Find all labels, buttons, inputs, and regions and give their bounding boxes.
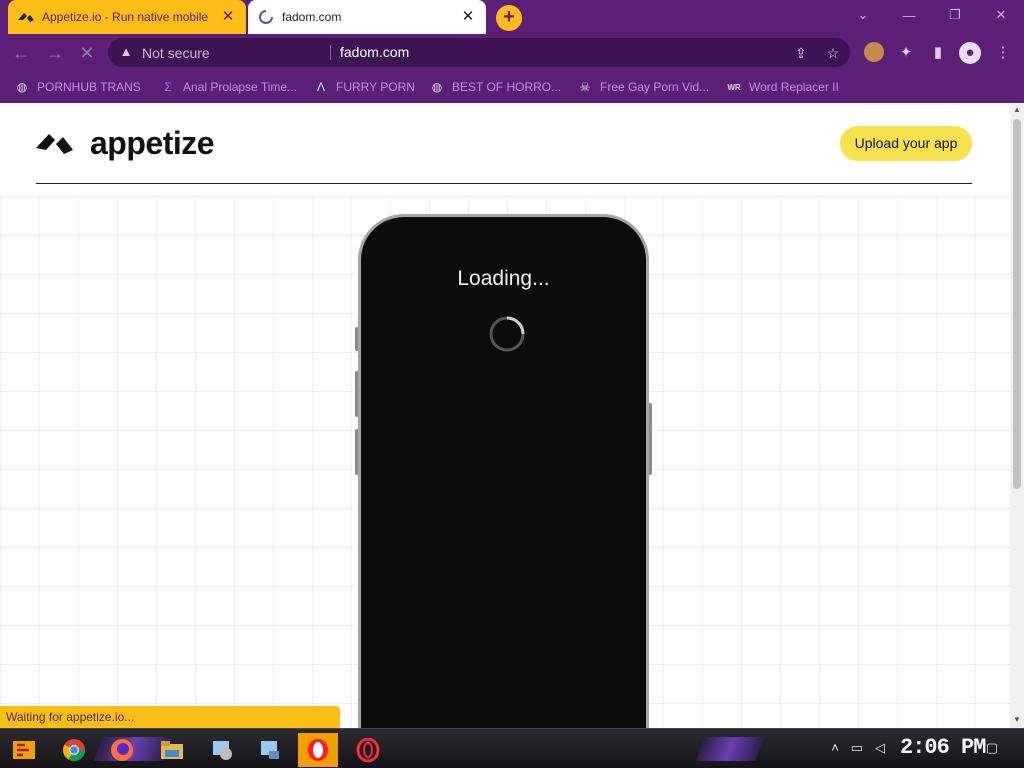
upload-app-button[interactable]: Upload your app [840, 126, 972, 161]
extensions-puzzle-icon[interactable]: ✦ [895, 42, 917, 64]
system-tool-taskbar-icon[interactable] [202, 733, 242, 767]
share-icon[interactable]: ⇪ [792, 44, 810, 62]
scroll-thumb[interactable] [1013, 119, 1021, 489]
bookmark-label: Word Replacer II [749, 80, 839, 94]
bookmark-label: Anal Prolapse Time... [183, 80, 298, 94]
taskbar-decoration [695, 737, 765, 761]
page-content: appetize Upload your app Loading... [0, 103, 1010, 728]
address-bar[interactable]: ▲ Not secure fadom.com ⇪ ☆ [108, 38, 850, 67]
lambda-icon: Λ [316, 80, 325, 94]
account-avatar-icon[interactable]: ● [959, 42, 981, 64]
chrome-taskbar-icon[interactable] [54, 733, 94, 767]
globe-icon: ◍ [16, 80, 28, 94]
security-indicator[interactable]: Not secure [142, 45, 210, 61]
notification-icon[interactable]: ▢ [983, 739, 1001, 757]
stop-loading-button[interactable]: ✕ [74, 40, 100, 66]
tab-appetize[interactable]: Appetize.io - Run native mobile ✕ [8, 0, 246, 34]
bookmark-item[interactable]: ☠ Free Gay Porn Vid... [577, 78, 710, 96]
loading-spinner-icon [489, 316, 525, 352]
appetize-logo-icon [36, 134, 73, 154]
browser-menu-icon[interactable]: ⋮ [992, 42, 1014, 64]
header-divider [36, 183, 972, 184]
bookmark-item[interactable]: ◍ PORNHUB TRANS [14, 78, 141, 96]
loading-text: Loading... [457, 267, 550, 290]
skull-icon: ☠ [579, 80, 591, 94]
tab-search-icon[interactable]: ⌄ [840, 0, 886, 30]
url-text[interactable]: fadom.com [340, 44, 409, 60]
volume-icon[interactable]: ◁ [871, 739, 889, 757]
forward-button[interactable]: → [42, 40, 68, 66]
profile-extension-icon[interactable] [864, 42, 884, 62]
opera-taskbar-icon[interactable] [348, 733, 388, 767]
tab-close-icon[interactable]: ✕ [460, 9, 476, 25]
tab-close-icon[interactable]: ✕ [220, 9, 236, 25]
browser-toolbar: ← → ✕ ▲ Not secure fadom.com ⇪ ☆ ✦ ▮ ● ⋮ [0, 34, 1024, 71]
appetize-logo[interactable]: appetize [36, 124, 215, 161]
tab-title: fadom.com [282, 10, 342, 24]
wr-icon: WR [727, 82, 741, 92]
bookmark-star-icon[interactable]: ☆ [824, 44, 842, 62]
loading-spinner-icon [258, 9, 274, 25]
address-divider [330, 45, 331, 60]
bookmark-item[interactable]: Λ FURRY PORN [313, 78, 415, 96]
firefox-taskbar-icon[interactable] [102, 733, 142, 767]
tab-fadom[interactable]: fadom.com ✕ [248, 0, 486, 34]
scroll-up-arrow[interactable]: ▲ [1010, 103, 1024, 117]
bookmark-item[interactable]: WR Word Replacer II [726, 78, 839, 96]
bookmark-label: Free Gay Porn Vid... [600, 80, 710, 94]
tab-title: Appetize.io - Run native mobile [42, 10, 209, 24]
back-button[interactable]: ← [8, 40, 34, 66]
opera-gx-taskbar-icon[interactable] [298, 733, 338, 767]
bookmark-label: FURRY PORN [336, 80, 415, 94]
network-icon[interactable]: ▭ [848, 739, 866, 757]
bookmark-label: PORNHUB TRANS [37, 80, 141, 94]
network-tool-taskbar-icon[interactable] [250, 733, 290, 767]
side-panel-icon[interactable]: ▮ [927, 42, 949, 64]
chevron-up-icon[interactable]: ˄ [826, 739, 844, 757]
taskbar-clock[interactable]: 2:06 PM [900, 735, 986, 760]
appetize-favicon-icon [18, 9, 34, 25]
windows-taskbar: ˄ ▭ ◁ 2:06 PM ▢ [0, 728, 1024, 768]
sigma-icon: Σ [164, 80, 172, 94]
minimize-button[interactable]: — [886, 0, 932, 30]
scroll-down-arrow[interactable]: ▼ [1010, 713, 1024, 727]
bookmark-item[interactable]: ◍ BEST OF HORRO... [429, 78, 561, 96]
close-window-button[interactable]: ✕ [978, 0, 1024, 30]
start-button[interactable] [4, 733, 44, 767]
globe-icon: ◍ [431, 80, 443, 94]
restore-button[interactable]: ❐ [932, 0, 978, 30]
device-frame[interactable]: Loading... [358, 214, 649, 728]
page-scrollbar[interactable]: ▲ ▼ [1010, 103, 1024, 728]
warning-icon[interactable]: ▲ [118, 44, 134, 60]
device-screen[interactable]: Loading... [363, 219, 644, 728]
bookmarks-bar: ◍ PORNHUB TRANS Σ Anal Prolapse Time... … [0, 71, 1024, 103]
bookmark-label: BEST OF HORRO... [452, 80, 562, 94]
file-explorer-taskbar-icon[interactable] [152, 733, 192, 767]
browser-titlebar: Appetize.io - Run native mobile ✕ fadom.… [0, 0, 1024, 34]
bookmark-item[interactable]: Σ Anal Prolapse Time... [160, 78, 297, 96]
logo-text: appetize [90, 124, 215, 161]
status-bubble: Waiting for appetize.io... [0, 706, 340, 728]
new-tab-button[interactable]: + [496, 5, 522, 31]
